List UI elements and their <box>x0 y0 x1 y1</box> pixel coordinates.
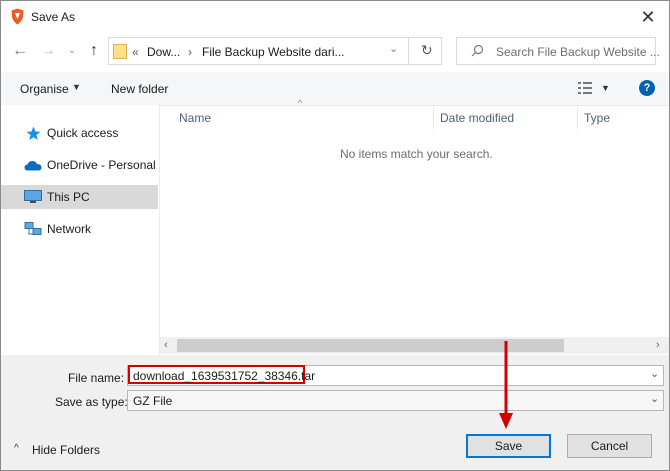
command-toolbar <box>1 72 669 106</box>
sidebar-item-network[interactable]: Network <box>1 217 158 241</box>
refresh-icon[interactable]: ↻ <box>421 42 433 59</box>
sort-ascending-icon: ^ <box>298 98 303 108</box>
scroll-right-arrow-icon[interactable]: › <box>656 339 660 351</box>
save-as-dialog: Save As ✕ ← → ⌄ ↑ « Dow... › File Backup… <box>0 0 670 471</box>
path-overflow[interactable]: « <box>132 45 139 59</box>
back-arrow-icon[interactable]: ← <box>11 41 29 61</box>
empty-folder-message: No items match your search. <box>340 147 493 161</box>
sidebar-item-label: OneDrive - Personal <box>47 158 156 172</box>
column-header-name[interactable]: Name <box>179 111 211 137</box>
forward-arrow-icon[interactable]: → <box>39 41 57 61</box>
network-icon <box>24 222 42 235</box>
filename-field[interactable]: download_1639531752_38346.tar <box>133 369 315 383</box>
sidebar-item-label: This PC <box>47 190 90 204</box>
savetype-select[interactable] <box>127 390 664 411</box>
filename-label: File name: <box>68 371 125 385</box>
column-separator[interactable] <box>433 107 434 129</box>
search-placeholder: Search File Backup Website ... <box>496 45 660 59</box>
column-separator[interactable] <box>577 107 578 129</box>
sidebar-item-quick-access[interactable]: Quick access <box>1 121 158 145</box>
breadcrumb-current-folder[interactable]: File Backup Website dari... <box>202 45 345 59</box>
breadcrumb-separator: › <box>188 45 192 59</box>
column-header-date-modified[interactable]: Date modified <box>440 111 514 137</box>
organise-dropdown-arrow-icon[interactable]: ▼ <box>72 82 81 92</box>
scroll-left-arrow-icon[interactable]: ‹ <box>164 339 168 351</box>
cancel-button[interactable]: Cancel <box>567 434 652 458</box>
sidebar-item-label: Quick access <box>47 126 119 140</box>
title-bar: Save As ✕ <box>1 1 669 32</box>
star-icon <box>26 126 41 140</box>
sidebar-item-this-pc[interactable]: This PC <box>1 185 158 209</box>
monitor-icon <box>24 190 42 203</box>
savetype-label: Save as type: <box>55 395 128 409</box>
new-folder-button[interactable]: New folder <box>111 82 168 96</box>
search-icon <box>471 44 484 57</box>
sidebar-item-onedrive[interactable]: OneDrive - Personal <box>1 153 158 177</box>
folder-icon <box>113 44 127 59</box>
annotation-arrow-icon <box>499 341 513 429</box>
brave-logo-icon <box>11 8 24 25</box>
view-options-icon[interactable] <box>578 82 592 94</box>
organise-menu[interactable]: Organise <box>20 82 69 96</box>
cloud-icon <box>24 161 42 171</box>
window-title: Save As <box>31 10 76 24</box>
sidebar-item-label: Network <box>47 222 92 236</box>
address-dropdown-chevron-icon[interactable]: ⌄ <box>389 42 398 55</box>
recent-locations-chevron-icon[interactable]: ⌄ <box>63 41 81 61</box>
pane-divider[interactable] <box>159 105 160 355</box>
filename-dropdown-chevron-icon[interactable]: ⌄ <box>650 367 659 380</box>
savetype-dropdown-chevron-icon[interactable]: ⌄ <box>650 392 659 405</box>
close-button[interactable]: ✕ <box>633 4 663 30</box>
address-divider <box>408 37 409 65</box>
hide-folders-toggle[interactable]: Hide Folders <box>32 443 100 457</box>
help-icon[interactable]: ? <box>639 80 655 96</box>
view-dropdown-arrow-icon[interactable]: ▼ <box>601 83 610 93</box>
save-button[interactable]: Save <box>466 434 551 458</box>
up-arrow-icon[interactable]: ↑ <box>85 41 103 61</box>
savetype-value[interactable]: GZ File <box>133 394 172 408</box>
hide-folders-chevron-icon[interactable]: ^ <box>14 443 19 454</box>
breadcrumb-downloads[interactable]: Dow... <box>147 45 180 59</box>
column-header-type[interactable]: Type <box>584 111 610 137</box>
